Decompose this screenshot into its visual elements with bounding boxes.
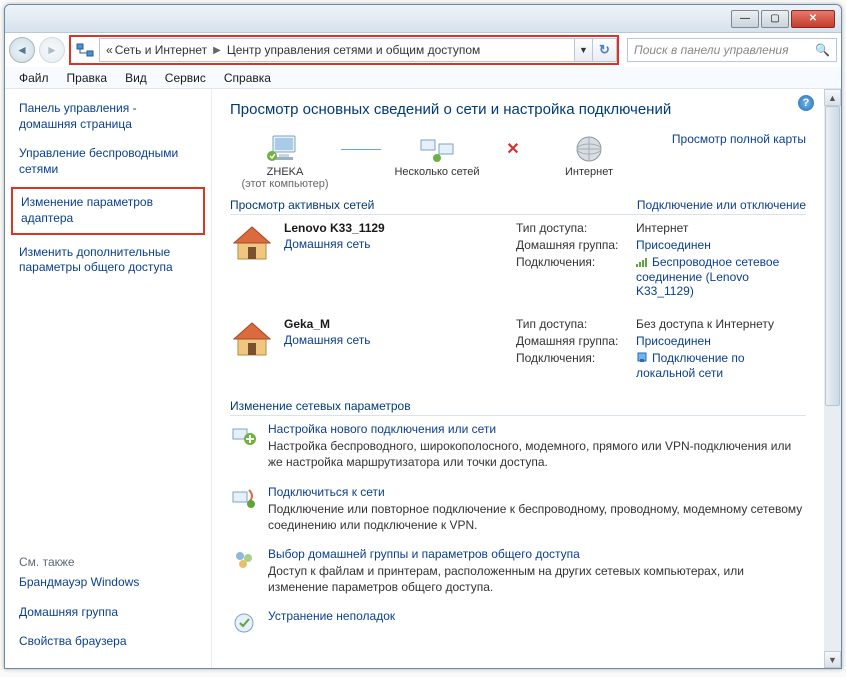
value-access: Интернет	[636, 221, 806, 235]
breadcrumb-1[interactable]: Сеть и Интернет	[113, 43, 209, 57]
task-link[interactable]: Устранение неполадок	[268, 609, 806, 623]
address-bar[interactable]: « Сеть и Интернет ▶ Центр управления сет…	[99, 38, 575, 62]
networks-icon	[382, 132, 492, 166]
map-node-sub: (этот компьютер)	[230, 178, 340, 190]
map-line-1	[340, 132, 382, 166]
globe-icon	[534, 132, 644, 166]
menu-view[interactable]: Вид	[117, 69, 155, 87]
search-input[interactable]: Поиск в панели управления 🔍	[627, 38, 837, 62]
network-name: Lenovo K33_1129	[284, 221, 506, 235]
lan-plug-icon	[636, 351, 648, 366]
connection-link[interactable]: Беспроводное сетевое соединение (Lenovo …	[636, 255, 779, 298]
map-line-broken: ✕	[492, 132, 534, 166]
forward-button[interactable]: ►	[39, 37, 65, 63]
task-desc: Настройка беспроводного, широкополосного…	[268, 438, 806, 470]
body-split: Панель управления - домашняя страница Уп…	[5, 89, 841, 668]
vertical-scrollbar[interactable]: ▲ ▼	[824, 89, 841, 668]
sidebar-homegroup[interactable]: Домашняя группа	[11, 601, 205, 625]
connection-link[interactable]: Подключение по локальной сети	[636, 351, 745, 380]
map-node-name: Несколько сетей	[382, 166, 492, 178]
network-map: ZHEKA (этот компьютер) Несколько сетей ✕	[230, 132, 806, 190]
change-settings-header: Изменение сетевых параметров	[230, 399, 806, 416]
map-node-networks: Несколько сетей	[382, 132, 492, 178]
label-homegroup: Домашняя группа:	[516, 238, 636, 252]
breadcrumb-2[interactable]: Центр управления сетями и общим доступом	[225, 43, 483, 57]
sidebar-adapter-settings[interactable]: Изменение параметров адаптера	[11, 187, 205, 234]
scroll-track[interactable]	[824, 106, 841, 651]
map-node-internet: Интернет	[534, 132, 644, 178]
menu-bar: Файл Правка Вид Сервис Справка	[5, 67, 841, 89]
sidebar-wireless[interactable]: Управление беспроводными сетями	[11, 142, 205, 181]
sidebar: Панель управления - домашняя страница Уп…	[5, 89, 211, 668]
label-access: Тип доступа:	[516, 317, 636, 331]
sidebar-firewall[interactable]: Брандмауэр Windows	[11, 571, 205, 595]
map-node-this-pc: ZHEKA (этот компьютер)	[230, 132, 340, 190]
sidebar-sharing[interactable]: Изменить дополнительные параметры общего…	[11, 241, 205, 280]
network-name: Geka_M	[284, 317, 506, 331]
map-node-name: Интернет	[534, 166, 644, 178]
task-new-connection: Настройка нового подключения или сети На…	[230, 422, 806, 470]
maximize-button[interactable]: ▢	[761, 10, 789, 28]
connect-disconnect-link[interactable]: Подключение или отключение	[637, 198, 806, 212]
value-access: Без доступа к Интернету	[636, 317, 806, 331]
home-network-icon	[230, 317, 274, 361]
sidebar-see-also-label: См. также	[11, 551, 205, 571]
task-homegroup-sharing: Выбор домашней группы и параметров общег…	[230, 547, 806, 595]
new-connection-icon	[230, 422, 258, 450]
sidebar-home[interactable]: Панель управления - домашняя страница	[11, 97, 205, 136]
scroll-thumb[interactable]	[825, 106, 840, 406]
task-link[interactable]: Выбор домашней группы и параметров общег…	[268, 547, 806, 561]
nav-row: ◄ ► « Сеть и Интернет ▶ Центр управления…	[5, 33, 841, 67]
connect-network-icon	[230, 485, 258, 513]
task-link[interactable]: Настройка нового подключения или сети	[268, 422, 806, 436]
menu-help[interactable]: Справка	[216, 69, 279, 87]
breadcrumb-prefix: «	[106, 43, 113, 57]
network-entry-2: Geka_M Домашняя сеть Тип доступа:Без дос…	[230, 317, 806, 383]
network-type-link[interactable]: Домашняя сеть	[284, 237, 506, 251]
menu-tools[interactable]: Сервис	[157, 69, 214, 87]
back-button[interactable]: ◄	[9, 37, 35, 63]
titlebar[interactable]: — ▢ ✕	[5, 5, 841, 33]
window-frame: — ▢ ✕ ◄ ► « Сеть и Интернет ▶ Центр упра…	[4, 4, 842, 669]
help-icon[interactable]: ?	[798, 95, 814, 111]
main-content: ? Просмотр основных сведений о сети и на…	[211, 89, 824, 668]
label-access: Тип доступа:	[516, 221, 636, 235]
homegroup-icon	[230, 547, 258, 575]
wifi-signal-icon	[636, 256, 648, 270]
sidebar-browser[interactable]: Свойства браузера	[11, 630, 205, 654]
close-button[interactable]: ✕	[791, 10, 835, 28]
task-link[interactable]: Подключиться к сети	[268, 485, 806, 499]
task-troubleshoot: Устранение неполадок	[230, 609, 806, 637]
scroll-up-button[interactable]: ▲	[824, 89, 841, 106]
troubleshoot-icon	[230, 609, 258, 637]
network-type-link[interactable]: Домашняя сеть	[284, 333, 506, 347]
homegroup-link[interactable]: Присоединен	[636, 334, 806, 348]
label-homegroup: Домашняя группа:	[516, 334, 636, 348]
network-entry-1: Lenovo K33_1129 Домашняя сеть Тип доступ…	[230, 221, 806, 301]
label-connections: Подключения:	[516, 351, 636, 380]
task-connect-network: Подключиться к сети Подключение или повт…	[230, 485, 806, 533]
search-icon: 🔍	[815, 43, 830, 57]
computer-icon	[230, 132, 340, 166]
scroll-down-button[interactable]: ▼	[824, 651, 841, 668]
broken-x-icon: ✕	[506, 139, 519, 159]
network-center-icon	[75, 40, 95, 60]
breadcrumb-sep-icon: ▶	[209, 45, 225, 56]
task-desc: Доступ к файлам и принтерам, расположенн…	[268, 563, 806, 595]
task-desc: Подключение или повторное подключение к …	[268, 501, 806, 533]
active-networks-header: Просмотр активных сетей Подключение или …	[230, 198, 806, 215]
menu-file[interactable]: Файл	[11, 69, 57, 87]
page-title: Просмотр основных сведений о сети и наст…	[230, 101, 806, 118]
refresh-button[interactable]: ↻	[593, 38, 617, 62]
label-connections: Подключения:	[516, 255, 636, 298]
homegroup-link[interactable]: Присоединен	[636, 238, 806, 252]
view-full-map-link[interactable]: Просмотр полной карты	[672, 132, 806, 146]
home-network-icon	[230, 221, 274, 265]
address-bar-highlight: « Сеть и Интернет ▶ Центр управления сет…	[69, 35, 619, 65]
address-dropdown-button[interactable]: ▼	[575, 38, 593, 62]
menu-edit[interactable]: Правка	[59, 69, 116, 87]
search-placeholder: Поиск в панели управления	[634, 43, 789, 57]
map-node-name: ZHEKA	[230, 166, 340, 178]
minimize-button[interactable]: —	[731, 10, 759, 28]
